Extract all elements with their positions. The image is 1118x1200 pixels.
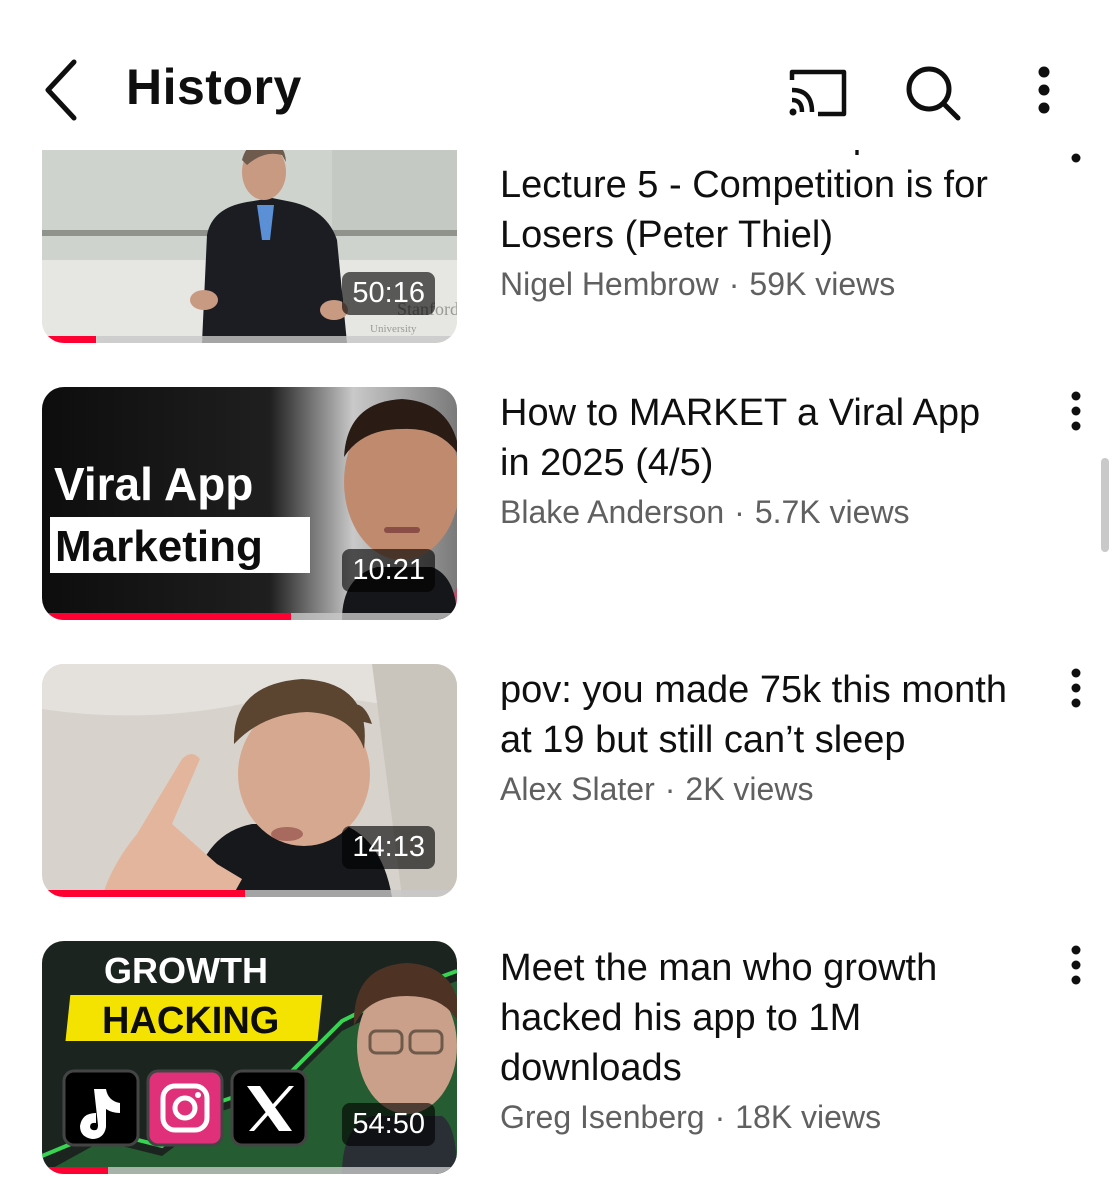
cast-icon — [789, 69, 847, 117]
video-thumbnail[interactable]: 14:13 — [42, 664, 457, 897]
app-header: History — [0, 0, 1118, 150]
thumbnail-text: University — [370, 323, 417, 335]
video-title[interactable]: How to MARKET a Viral App in 2025 (4/5) — [500, 388, 1020, 488]
scrollbar[interactable] — [1101, 458, 1109, 552]
video-subline: Alex Slater · 2K views — [500, 767, 1020, 811]
video-subline: Nigel Hembrow · 59K views — [500, 262, 1020, 306]
video-thumbnail[interactable]: Viral App Marketing 10:21 — [42, 387, 457, 620]
watch-progress-bar — [42, 890, 457, 897]
video-subline: Blake Anderson · 5.7K views — [500, 490, 1020, 534]
thumbnail-text: Marketing — [55, 522, 263, 571]
video-subline: Greg Isenberg · 18K views — [500, 1095, 1020, 1139]
watch-progress-fill — [42, 890, 246, 897]
tiktok-icon — [62, 1069, 140, 1147]
video-title[interactable]: pov: you made 75k this month at 19 but s… — [500, 665, 1020, 765]
back-icon — [45, 59, 77, 121]
video-duration: 50:16 — [342, 272, 435, 315]
more-vert-icon — [1071, 668, 1081, 708]
back-button[interactable] — [30, 50, 90, 130]
x-logo-icon — [230, 1069, 308, 1147]
watch-progress-fill — [42, 613, 291, 620]
channel-name[interactable]: Blake Anderson — [500, 494, 724, 530]
separator: · — [734, 494, 745, 530]
view-count: 5.7K views — [754, 494, 910, 530]
more-vert-icon — [1071, 945, 1081, 985]
channel-name[interactable]: Nigel Hembrow — [500, 266, 719, 302]
watch-progress-bar — [42, 336, 457, 343]
video-title[interactable]: Meet the man who growth hacked his app t… — [500, 943, 1020, 1093]
watch-progress-fill — [42, 336, 96, 343]
search-icon — [906, 66, 961, 121]
separator: · — [728, 266, 740, 302]
thumbnail-text: Viral App — [54, 458, 253, 510]
video-title[interactable]: Lecture 5 - Competition is for Losers (P… — [500, 160, 1020, 260]
instagram-icon — [146, 1069, 224, 1147]
video-more-button[interactable] — [1060, 663, 1092, 713]
more-options-button[interactable] — [1012, 58, 1076, 128]
video-duration: 10:21 — [342, 549, 435, 592]
more-vert-icon — [1038, 66, 1050, 114]
video-meta: How to MARKET a Viral App in 2025 (4/5) … — [500, 388, 1020, 534]
video-meta: pov: you made 75k this month at 19 but s… — [500, 665, 1020, 811]
video-meta: Meet the man who growth hacked his app t… — [500, 943, 1020, 1139]
video-thumbnail[interactable]: GROWTH HACKING 54:50 — [42, 941, 457, 1174]
separator: · — [714, 1099, 726, 1135]
view-count: 18K views — [735, 1099, 882, 1135]
separator: · — [664, 771, 676, 807]
view-count: 59K views — [749, 266, 896, 302]
history-list: Stanford University 50:16 How to Start a… — [0, 0, 1118, 1200]
watch-progress-bar — [42, 1167, 457, 1174]
page-title: History — [126, 59, 302, 115]
watch-progress-bar — [42, 613, 457, 620]
video-duration: 54:50 — [342, 1103, 435, 1146]
view-count: 2K views — [685, 771, 814, 807]
thumbnail-text: GROWTH — [104, 950, 268, 991]
video-more-button[interactable] — [1060, 386, 1092, 436]
more-vert-icon — [1071, 391, 1081, 431]
search-button[interactable] — [898, 58, 968, 128]
channel-name[interactable]: Greg Isenberg — [500, 1099, 705, 1135]
thumbnail-text: HACKING — [102, 1000, 279, 1042]
video-duration: 14:13 — [342, 826, 435, 869]
cast-button[interactable] — [782, 58, 852, 128]
channel-name[interactable]: Alex Slater — [500, 771, 655, 807]
watch-progress-fill — [42, 1167, 109, 1174]
video-more-button[interactable] — [1060, 940, 1092, 990]
